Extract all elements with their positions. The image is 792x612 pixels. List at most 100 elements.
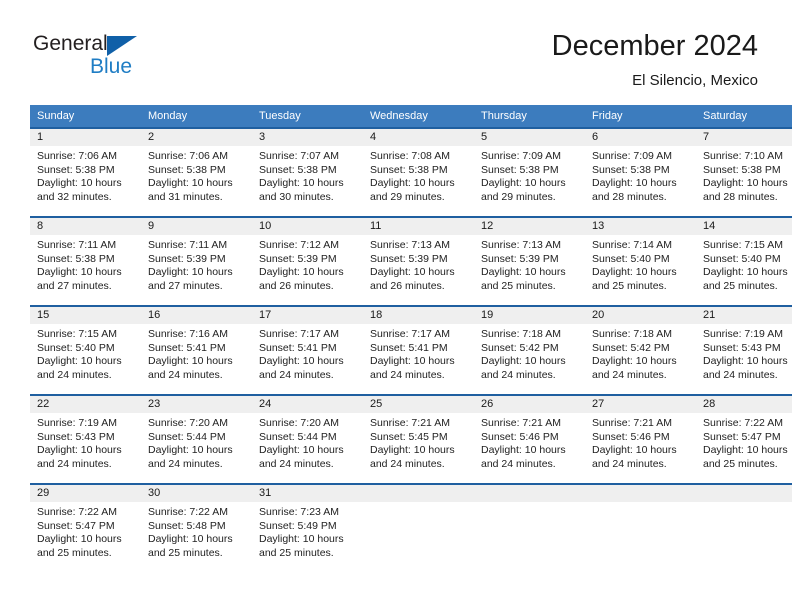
daylight-text-line2: and 24 minutes. [37, 457, 112, 470]
day-number: 25 [363, 396, 474, 413]
day-number: 12 [474, 218, 585, 235]
daylight-text-line1: Daylight: 10 hours [37, 177, 122, 189]
sunset-text: Sunset: 5:45 PM [370, 430, 448, 443]
calendar-day[interactable]: 20 Sunrise: 7:18 AM Sunset: 5:42 PM Dayligh… [585, 307, 696, 394]
calendar-day[interactable]: 31 Sunrise: 7:23 AM Sunset: 5:49 PM Dayligh… [252, 485, 363, 572]
sunrise-text: Sunrise: 7:18 AM [592, 328, 672, 340]
daylight-text-line2: and 26 minutes. [259, 279, 334, 292]
sunrise-text: Sunrise: 7:19 AM [37, 417, 117, 429]
sunrise-text: Sunrise: 7:17 AM [370, 328, 450, 340]
day-number: 5 [474, 129, 585, 146]
calendar-day[interactable]: 11 Sunrise: 7:13 AM Sunset: 5:39 PM Dayligh… [363, 218, 474, 305]
calendar-week-row: 29 Sunrise: 7:22 AM Sunset: 5:47 PM Dayligh… [30, 483, 792, 572]
calendar-day[interactable]: 13 Sunrise: 7:14 AM Sunset: 5:40 PM Dayligh… [585, 218, 696, 305]
daylight-text-line1: Daylight: 10 hours [259, 444, 344, 456]
calendar-day[interactable]: 29 Sunrise: 7:22 AM Sunset: 5:47 PM Dayligh… [30, 485, 141, 572]
calendar-day[interactable]: 21 Sunrise: 7:19 AM Sunset: 5:43 PM Dayligh… [696, 307, 792, 394]
day-details: Sunrise: 7:18 AM Sunset: 5:42 PM Daylight:… [585, 324, 696, 382]
calendar-day[interactable]: 15 Sunrise: 7:15 AM Sunset: 5:40 PM Dayligh… [30, 307, 141, 394]
daylight-text-line1: Daylight: 10 hours [481, 444, 566, 456]
calendar-day[interactable]: 17 Sunrise: 7:17 AM Sunset: 5:41 PM Dayligh… [252, 307, 363, 394]
calendar-day[interactable]: 9 Sunrise: 7:11 AM Sunset: 5:39 PM Daylight… [141, 218, 252, 305]
calendar-day[interactable]: 5 Sunrise: 7:09 AM Sunset: 5:38 PM Daylight… [474, 129, 585, 216]
daylight-text-line1: Daylight: 10 hours [592, 266, 677, 278]
calendar-cell: 1 Sunrise: 7:06 AM Sunset: 5:38 PM Daylight… [30, 127, 141, 217]
calendar-day[interactable]: 6 Sunrise: 7:09 AM Sunset: 5:38 PM Daylight… [585, 129, 696, 216]
daylight-text-line2: and 24 minutes. [370, 457, 445, 470]
sunset-text: Sunset: 5:40 PM [703, 252, 781, 265]
weekday-header-thursday: Thursday [474, 105, 585, 128]
sunset-text: Sunset: 5:47 PM [703, 430, 781, 443]
day-number: 4 [363, 129, 474, 146]
daylight-text-line2: and 28 minutes. [592, 190, 667, 203]
day-number: 29 [30, 485, 141, 502]
day-details: Sunrise: 7:14 AM Sunset: 5:40 PM Daylight:… [585, 235, 696, 293]
daylight-text-line2: and 24 minutes. [148, 368, 223, 381]
daylight-text-line1: Daylight: 10 hours [370, 355, 455, 367]
calendar-day[interactable]: 12 Sunrise: 7:13 AM Sunset: 5:39 PM Dayligh… [474, 218, 585, 305]
sunrise-text: Sunrise: 7:23 AM [259, 506, 339, 518]
sunset-text: Sunset: 5:38 PM [37, 163, 115, 176]
calendar-day[interactable]: 22 Sunrise: 7:19 AM Sunset: 5:43 PM Dayligh… [30, 396, 141, 483]
calendar-day[interactable]: 10 Sunrise: 7:12 AM Sunset: 5:39 PM Dayligh… [252, 218, 363, 305]
daylight-text-line1: Daylight: 10 hours [259, 355, 344, 367]
calendar-cell: 24 Sunrise: 7:20 AM Sunset: 5:44 PM Dayligh… [252, 394, 363, 484]
calendar-day[interactable]: 14 Sunrise: 7:15 AM Sunset: 5:40 PM Dayligh… [696, 218, 792, 305]
calendar-day[interactable]: 28 Sunrise: 7:22 AM Sunset: 5:47 PM Dayligh… [696, 396, 792, 483]
daylight-text-line1: Daylight: 10 hours [703, 177, 788, 189]
calendar-day[interactable]: 27 Sunrise: 7:21 AM Sunset: 5:46 PM Dayligh… [585, 396, 696, 483]
sunset-text: Sunset: 5:38 PM [592, 163, 670, 176]
sunset-text: Sunset: 5:39 PM [259, 252, 337, 265]
calendar-day[interactable]: 19 Sunrise: 7:18 AM Sunset: 5:42 PM Dayligh… [474, 307, 585, 394]
calendar-cell [363, 483, 474, 572]
day-number: 3 [252, 129, 363, 146]
calendar-cell: 29 Sunrise: 7:22 AM Sunset: 5:47 PM Dayligh… [30, 483, 141, 572]
sunrise-text: Sunrise: 7:08 AM [370, 150, 450, 162]
calendar-cell: 17 Sunrise: 7:17 AM Sunset: 5:41 PM Dayligh… [252, 305, 363, 395]
daylight-text-line2: and 24 minutes. [259, 368, 334, 381]
day-number: 31 [252, 485, 363, 502]
day-number: 26 [474, 396, 585, 413]
calendar-day[interactable]: 23 Sunrise: 7:20 AM Sunset: 5:44 PM Dayligh… [141, 396, 252, 483]
day-details: Sunrise: 7:08 AM Sunset: 5:38 PM Daylight:… [363, 146, 474, 204]
calendar-day[interactable]: 18 Sunrise: 7:17 AM Sunset: 5:41 PM Dayligh… [363, 307, 474, 394]
calendar-day-empty [363, 485, 474, 572]
calendar-day[interactable]: 25 Sunrise: 7:21 AM Sunset: 5:45 PM Dayligh… [363, 396, 474, 483]
daylight-text-line1: Daylight: 10 hours [481, 355, 566, 367]
calendar-day[interactable]: 8 Sunrise: 7:11 AM Sunset: 5:38 PM Daylight… [30, 218, 141, 305]
day-details: Sunrise: 7:09 AM Sunset: 5:38 PM Daylight:… [585, 146, 696, 204]
calendar-day[interactable]: 3 Sunrise: 7:07 AM Sunset: 5:38 PM Daylight… [252, 129, 363, 216]
calendar-day[interactable]: 24 Sunrise: 7:20 AM Sunset: 5:44 PM Dayligh… [252, 396, 363, 483]
day-number: 18 [363, 307, 474, 324]
daylight-text-line1: Daylight: 10 hours [592, 444, 677, 456]
day-details: Sunrise: 7:22 AM Sunset: 5:47 PM Daylight:… [30, 502, 141, 560]
sunset-text: Sunset: 5:43 PM [703, 341, 781, 354]
daylight-text-line1: Daylight: 10 hours [703, 266, 788, 278]
calendar-day[interactable]: 30 Sunrise: 7:22 AM Sunset: 5:48 PM Dayligh… [141, 485, 252, 572]
sunset-text: Sunset: 5:38 PM [703, 163, 781, 176]
general-blue-logo[interactable]: General Blue [33, 32, 213, 88]
calendar-week-row: 8 Sunrise: 7:11 AM Sunset: 5:38 PM Daylight… [30, 216, 792, 306]
calendar-day[interactable]: 7 Sunrise: 7:10 AM Sunset: 5:38 PM Daylight… [696, 129, 792, 216]
calendar-body: 1 Sunrise: 7:06 AM Sunset: 5:38 PM Daylight… [30, 127, 792, 572]
daylight-text-line2: and 24 minutes. [592, 368, 667, 381]
sunrise-text: Sunrise: 7:11 AM [148, 239, 228, 251]
weekday-header-sunday: Sunday [30, 105, 141, 128]
daylight-text-line1: Daylight: 10 hours [148, 177, 233, 189]
daylight-text-line1: Daylight: 10 hours [481, 266, 566, 278]
calendar-page: General Blue December 2024 El Silencio, … [0, 0, 792, 612]
daylight-text-line1: Daylight: 10 hours [481, 177, 566, 189]
daylight-text-line1: Daylight: 10 hours [259, 533, 344, 545]
calendar-day[interactable]: 1 Sunrise: 7:06 AM Sunset: 5:38 PM Daylight… [30, 129, 141, 216]
daylight-text-line2: and 25 minutes. [703, 279, 778, 292]
daylight-text-line1: Daylight: 10 hours [592, 355, 677, 367]
calendar-cell: 10 Sunrise: 7:12 AM Sunset: 5:39 PM Dayligh… [252, 216, 363, 306]
sunrise-text: Sunrise: 7:09 AM [481, 150, 561, 162]
calendar-day[interactable]: 16 Sunrise: 7:16 AM Sunset: 5:41 PM Dayligh… [141, 307, 252, 394]
calendar-day[interactable]: 4 Sunrise: 7:08 AM Sunset: 5:38 PM Daylight… [363, 129, 474, 216]
calendar-day[interactable]: 26 Sunrise: 7:21 AM Sunset: 5:46 PM Dayligh… [474, 396, 585, 483]
daylight-text-line1: Daylight: 10 hours [37, 444, 122, 456]
sunset-text: Sunset: 5:44 PM [259, 430, 337, 443]
daylight-text-line2: and 28 minutes. [703, 190, 778, 203]
calendar-day[interactable]: 2 Sunrise: 7:06 AM Sunset: 5:38 PM Daylight… [141, 129, 252, 216]
